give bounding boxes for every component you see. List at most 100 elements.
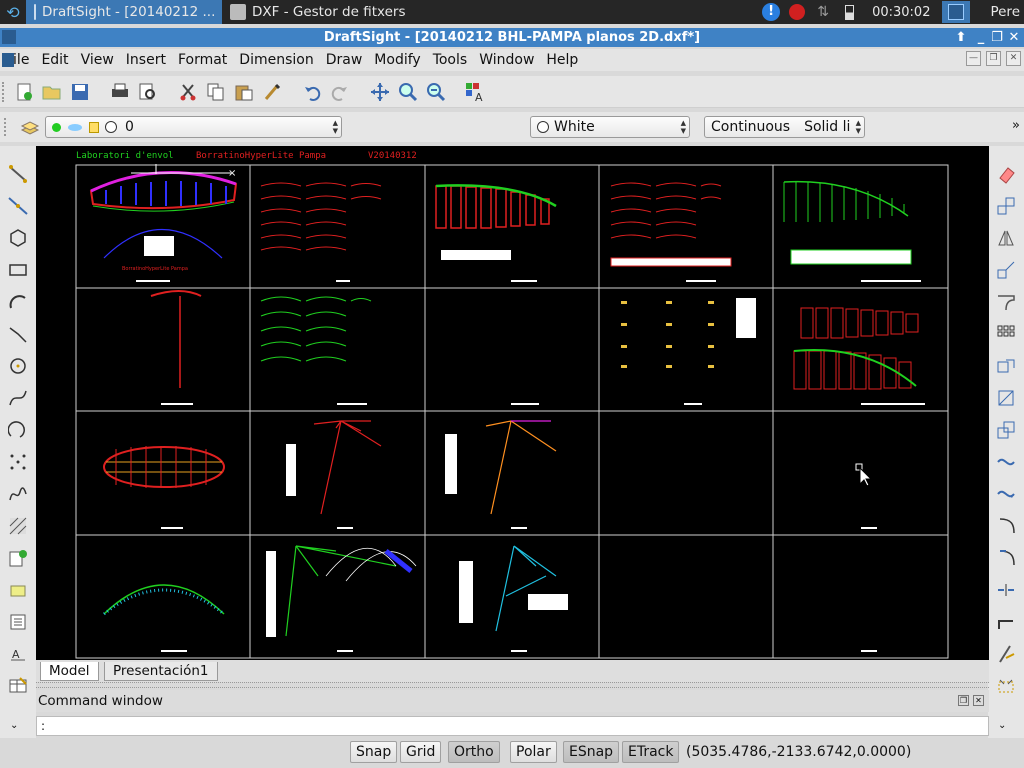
layer-combo[interactable]: 0 ▲ ▼	[45, 116, 342, 138]
menu-insert[interactable]: Insert	[120, 49, 172, 71]
arrow-up-icon[interactable]: ⬆	[952, 28, 970, 47]
start-menu-icon[interactable]: ⟲	[0, 0, 26, 24]
polyline-tool-icon[interactable]	[8, 324, 28, 344]
close-icon[interactable]: ✕	[1005, 28, 1023, 47]
menu-modify[interactable]: Modify	[368, 49, 426, 71]
eraser-icon[interactable]	[996, 164, 1016, 184]
notification-icon[interactable]: !	[760, 1, 782, 23]
redo-icon[interactable]	[329, 81, 351, 103]
region-tool-icon[interactable]	[8, 580, 28, 600]
circle-tool-icon[interactable]	[8, 356, 28, 376]
print-icon[interactable]	[109, 81, 131, 103]
point-tool-icon[interactable]	[8, 452, 28, 472]
expand-modify-toolbar-icon[interactable]: ⌄	[998, 720, 1018, 740]
network-icon[interactable]: ⇅	[812, 1, 834, 23]
undo-icon[interactable]	[301, 81, 323, 103]
esnap-toggle[interactable]: ESnap	[563, 741, 620, 763]
drawing-svg[interactable]: Laboratori d'envol BorratinoHyperLite Pa…	[36, 146, 989, 660]
toolbar-grip[interactable]	[2, 81, 10, 102]
print-preview-icon[interactable]	[137, 81, 159, 103]
menu-tools[interactable]: Tools	[427, 49, 474, 71]
extend-icon[interactable]	[996, 548, 1016, 568]
note-tool-icon[interactable]	[8, 612, 28, 632]
close-panel-icon[interactable]: ✕	[973, 695, 984, 706]
menu-edit[interactable]: Edit	[35, 49, 74, 71]
stretch-icon[interactable]	[996, 452, 1016, 472]
join-icon[interactable]	[996, 612, 1016, 632]
toolbar-grip-2[interactable]	[4, 118, 8, 136]
expand-toolbar-icon[interactable]: ⌄	[10, 720, 30, 740]
new-file-icon[interactable]	[13, 81, 35, 103]
offset-icon[interactable]	[996, 260, 1016, 280]
snap-toggle[interactable]: Snap	[350, 741, 398, 763]
spline-tool-icon[interactable]	[8, 388, 28, 408]
task-draftsight[interactable]: DraftSight - [20140212 ...	[26, 0, 222, 24]
menu-window[interactable]: Window	[473, 49, 540, 71]
polar-toggle[interactable]: Polar	[510, 741, 557, 763]
document-icon	[2, 53, 14, 67]
line-tool-icon[interactable]	[8, 164, 28, 184]
menu-dimension[interactable]: Dimension	[233, 49, 319, 71]
ellipse-arc-icon[interactable]	[7, 420, 28, 440]
zoom-previous-icon[interactable]	[425, 81, 447, 103]
rectangle-tool-icon[interactable]	[8, 260, 28, 280]
linetype-combo[interactable]: Continuous Solid li ▲ ▼	[704, 116, 865, 138]
copy-entity-icon[interactable]	[996, 196, 1016, 216]
table-tool-icon[interactable]	[8, 676, 28, 696]
scale-icon[interactable]	[996, 420, 1016, 440]
paste-icon[interactable]	[233, 81, 255, 103]
tab-presentacion1[interactable]: Presentación1	[104, 662, 218, 681]
doc-minimize-icon[interactable]: —	[966, 51, 981, 66]
update-icon[interactable]	[786, 1, 808, 23]
toolbar-overflow-icon[interactable]: »	[1012, 118, 1020, 133]
doc-close-icon[interactable]: ✕	[1006, 51, 1021, 66]
menu-format[interactable]: Format	[172, 49, 233, 71]
cut-icon[interactable]	[177, 81, 199, 103]
doc-restore-icon[interactable]: ❐	[986, 51, 1001, 66]
explode-icon[interactable]	[996, 676, 1016, 696]
restore-icon[interactable]: ❐	[988, 28, 1006, 47]
menu-view[interactable]: View	[75, 49, 120, 71]
task-file-manager[interactable]: DXF - Gestor de fitxers	[222, 0, 422, 24]
polygon-tool-icon[interactable]	[8, 228, 28, 248]
pan-icon[interactable]	[369, 81, 391, 103]
command-input[interactable]: :	[36, 716, 989, 736]
color-combo[interactable]: White ▲ ▼	[530, 116, 690, 138]
save-icon[interactable]	[69, 81, 91, 103]
ortho-toggle[interactable]: Ortho	[448, 741, 500, 763]
layer-manager-small-icon[interactable]	[19, 116, 41, 138]
draftsight-tray-icon[interactable]	[942, 1, 971, 23]
chamfer-icon[interactable]	[996, 644, 1016, 664]
arc-tool-icon[interactable]	[8, 292, 28, 312]
infinite-line-icon[interactable]	[8, 196, 28, 216]
layer-manager-icon[interactable]: A	[465, 81, 487, 103]
insert-block-icon[interactable]	[8, 548, 28, 568]
simple-note-icon[interactable]: A	[8, 644, 28, 664]
drawing-canvas[interactable]: Laboratori d'envol BorratinoHyperLite Pa…	[36, 146, 989, 660]
clock[interactable]: 00:30:02	[862, 5, 940, 20]
menu-help[interactable]: Help	[540, 49, 584, 71]
mirror-icon[interactable]	[996, 228, 1016, 248]
menu-draw[interactable]: Draw	[320, 49, 369, 71]
freehand-icon[interactable]	[8, 484, 28, 504]
battery-icon[interactable]	[838, 1, 860, 23]
splitter[interactable]	[36, 682, 989, 688]
status-bar: Snap Grid Ortho Polar ESnap ETrack (5035…	[0, 738, 1024, 768]
hatch-tool-icon[interactable]	[8, 516, 28, 536]
user-name[interactable]: Pere	[972, 4, 1024, 20]
match-properties-icon[interactable]	[261, 81, 283, 103]
move-icon[interactable]	[996, 356, 1016, 376]
zoom-window-icon[interactable]	[397, 81, 419, 103]
tab-model[interactable]: Model	[40, 662, 99, 681]
float-panel-icon[interactable]: ❐	[958, 695, 969, 706]
array-icon[interactable]	[996, 324, 1016, 344]
open-file-icon[interactable]	[41, 81, 63, 103]
grid-toggle[interactable]: Grid	[400, 741, 442, 763]
trim-icon[interactable]	[996, 516, 1016, 536]
rotate-icon[interactable]	[996, 388, 1016, 408]
pattern-icon[interactable]	[996, 292, 1016, 312]
lengthen-icon[interactable]	[996, 484, 1016, 504]
copy-icon[interactable]	[205, 81, 227, 103]
etrack-toggle[interactable]: ETrack	[622, 741, 680, 763]
break-icon[interactable]	[996, 580, 1016, 600]
